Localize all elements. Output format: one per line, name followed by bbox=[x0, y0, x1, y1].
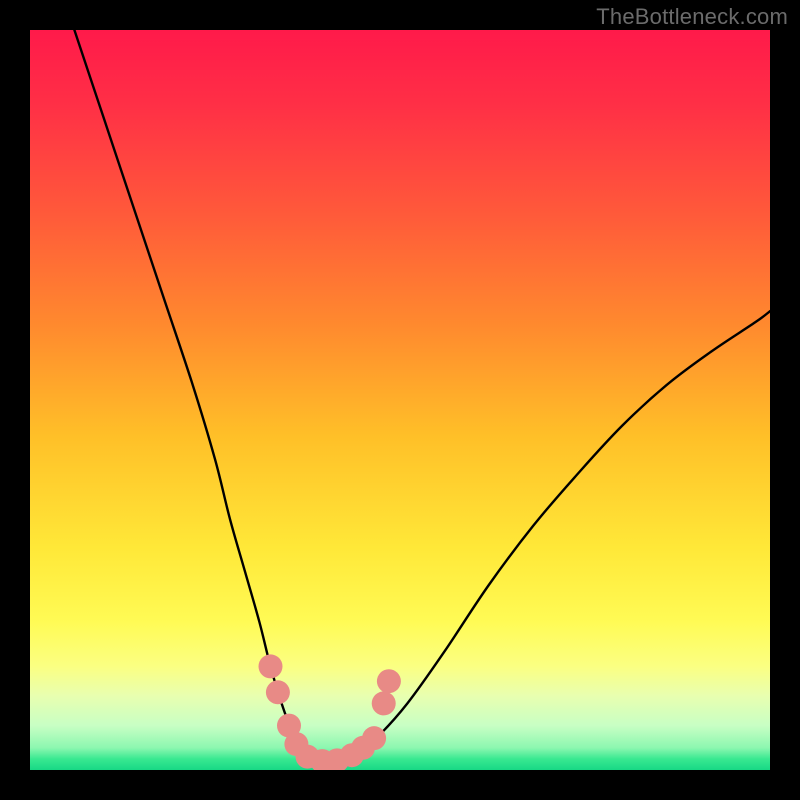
background-gradient bbox=[30, 30, 770, 770]
plot-area bbox=[30, 30, 770, 770]
outer-frame: TheBottleneck.com bbox=[0, 0, 800, 800]
watermark-text: TheBottleneck.com bbox=[596, 4, 788, 30]
